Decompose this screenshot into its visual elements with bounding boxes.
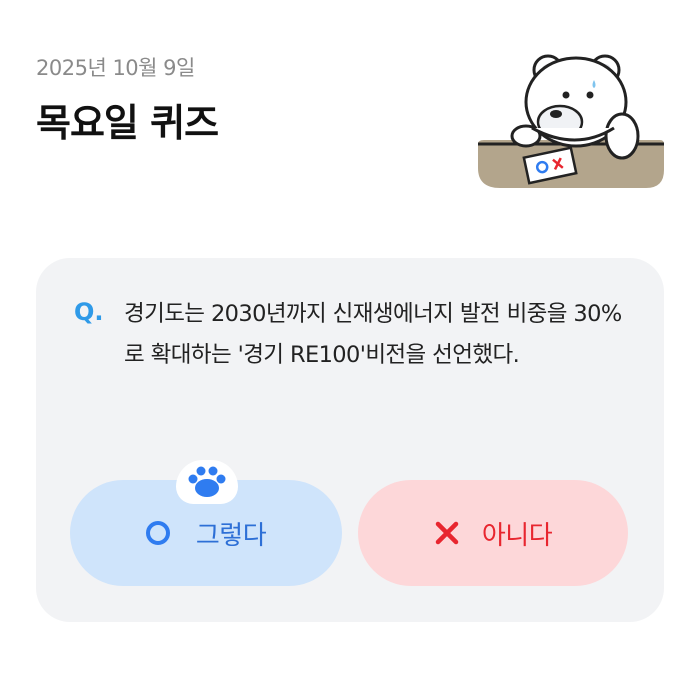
quiz-date: 2025년 10월 9일 [36,56,195,80]
bear-mascot-icon [478,54,664,188]
answer-no-label: 아니다 [481,520,553,551]
question-text: 경기도는 2030년까지 신재생에너지 발전 비중을 30%로 확대하는 '경기… [124,301,622,368]
question-label: Q. [74,298,104,326]
x-icon [435,521,459,545]
circle-o-icon [145,521,170,545]
paw-badge [176,460,238,504]
paw-icon [188,466,226,497]
answer-yes-label: 그렇다 [195,520,267,551]
page-title: 목요일 퀴즈 [36,101,219,145]
answer-no-button[interactable]: 아니다 [358,480,628,586]
